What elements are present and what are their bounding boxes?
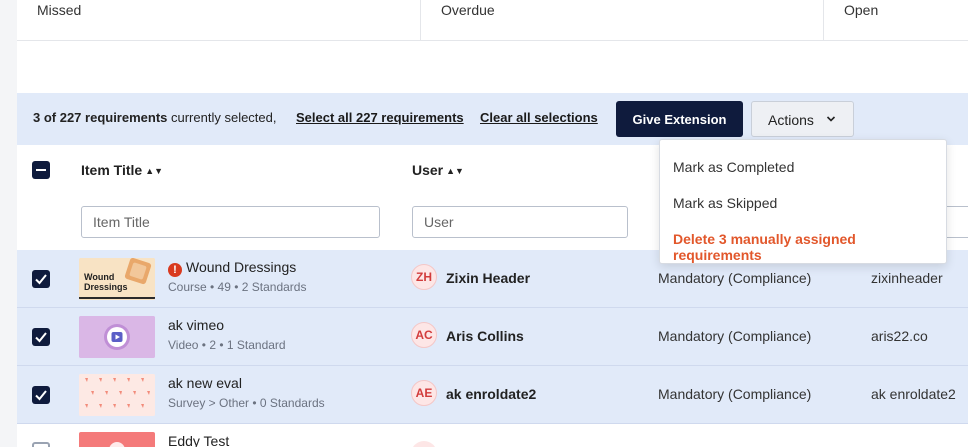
item-meta: Course • 49 • 2 Standards (168, 280, 307, 294)
menu-item-mark-completed[interactable]: Mark as Completed (673, 159, 794, 175)
item-meta: Survey > Other • 0 Standards (168, 396, 325, 410)
actions-label: Actions (768, 112, 814, 128)
selection-count-bold: 3 of 227 requirements (33, 110, 168, 125)
thumbnail-text: Wound Dressings (84, 272, 128, 292)
table-row[interactable]: ak new eval Survey > Other • 0 Standards… (17, 366, 968, 424)
row-checkbox[interactable] (32, 442, 50, 447)
avatar (411, 441, 437, 447)
selection-count-rest: currently selected, (167, 110, 277, 125)
column-header-label: User (412, 162, 444, 178)
username: aris22.co (871, 328, 928, 344)
row-checkbox[interactable] (32, 328, 50, 346)
menu-item-mark-skipped[interactable]: Mark as Skipped (673, 195, 777, 211)
video-play-icon (79, 316, 155, 358)
item-title-filter-input[interactable] (81, 206, 380, 238)
item-title-text: Wound Dressings (186, 259, 297, 275)
select-all-checkbox[interactable] (32, 161, 50, 179)
avatar: AE (411, 380, 437, 406)
column-header-user[interactable]: User ▲▼ (412, 162, 464, 178)
stat-open-label: Open (844, 2, 879, 18)
check-icon (35, 274, 47, 285)
avatar: ZH (411, 264, 437, 290)
requirement-type: Mandatory (Compliance) (658, 270, 812, 286)
page: Missed Overdue Open 3 of 227 requirement… (0, 0, 968, 447)
requirement-type: Mandatory (Compliance) (658, 386, 812, 402)
stat-overdue[interactable]: Overdue (421, 0, 824, 40)
item-meta: Video • 2 • 1 Standard (168, 338, 286, 352)
check-icon (35, 332, 47, 343)
sort-icon: ▲▼ (145, 166, 164, 176)
actions-dropdown-menu: Mark as Completed Mark as Skipped Delete… (659, 139, 947, 264)
user-name[interactable]: ak enroldate2 (446, 386, 536, 402)
row-checkbox[interactable] (32, 386, 50, 404)
minus-icon (36, 169, 46, 171)
username: ak enroldate2 (871, 386, 956, 402)
stat-missed[interactable]: Missed (17, 0, 421, 40)
check-icon (35, 390, 47, 401)
sort-icon: ▲▼ (446, 166, 464, 176)
thumbnail-badge-icon (109, 442, 125, 447)
table-row[interactable]: ak vimeo Video • 2 • 1 Standard AC Aris … (17, 308, 968, 366)
give-extension-button[interactable]: Give Extension (616, 101, 743, 137)
user-filter-input[interactable] (412, 206, 628, 238)
table-row[interactable]: Eddy Test (17, 424, 968, 447)
pattern-illustration (79, 374, 155, 416)
username: zixinheader (871, 270, 943, 286)
item-thumbnail[interactable] (79, 432, 155, 447)
requirement-type: Mandatory (Compliance) (658, 328, 812, 344)
user-name[interactable]: Zixin Header (446, 270, 530, 286)
user-name[interactable]: Aris Collins (446, 328, 524, 344)
avatar: AC (411, 322, 437, 348)
stat-missed-label: Missed (37, 2, 82, 18)
survey-thumbnail[interactable] (79, 374, 155, 416)
item-title[interactable]: ! Wound Dressings (168, 259, 296, 277)
course-thumbnail[interactable]: Wound Dressings (79, 258, 155, 300)
clear-selections-link[interactable]: Clear all selections (480, 110, 598, 125)
item-title[interactable]: ak vimeo (168, 317, 224, 333)
stats-strip: Missed Overdue Open (17, 0, 968, 41)
chevron-down-icon (826, 116, 836, 122)
stat-open[interactable]: Open (824, 0, 968, 40)
column-header-item-title[interactable]: Item Title ▲▼ (81, 162, 163, 178)
main-panel: Missed Overdue Open 3 of 227 requirement… (17, 0, 968, 447)
column-header-label: Item Title (81, 162, 143, 178)
stat-overdue-label: Overdue (441, 2, 495, 18)
video-thumbnail[interactable] (79, 316, 155, 358)
item-title[interactable]: ak new eval (168, 375, 242, 391)
alert-icon: ! (168, 263, 182, 277)
left-rail (0, 0, 17, 447)
actions-button[interactable]: Actions (751, 101, 854, 137)
row-checkbox[interactable] (32, 270, 50, 288)
selection-count: 3 of 227 requirements currently selected… (33, 110, 277, 125)
menu-item-delete-manual[interactable]: Delete 3 manually assigned requirements (673, 231, 946, 263)
select-all-link[interactable]: Select all 227 requirements (296, 110, 464, 125)
item-title[interactable]: Eddy Test (168, 433, 229, 447)
